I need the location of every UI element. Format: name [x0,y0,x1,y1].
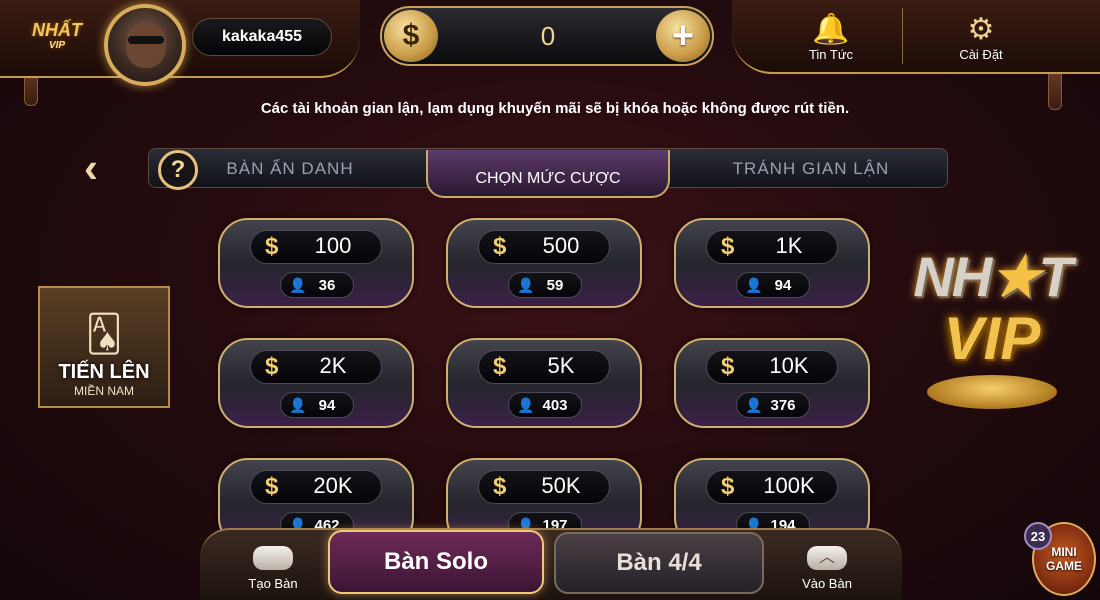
logo-line2: VIP [48,40,66,51]
logo-nh: NH [913,245,992,308]
dollar-icon: $ [493,233,507,260]
balance-value: 0 [540,20,556,51]
bet-amount-pill: $ 50K [478,470,610,504]
bet-amount: 50K [541,473,581,498]
avatar[interactable] [104,4,186,86]
player-count-pill: 👤 403 [508,392,582,418]
player-count: 59 [546,277,564,294]
player-count: 94 [318,397,336,414]
bet-amount: 100 [314,233,352,258]
bell-icon: 🔔 [812,12,850,46]
back-chevron-icon[interactable]: ‹ [84,147,116,192]
lantern-right-decoration [1048,70,1062,110]
player-count: 403 [542,397,568,414]
player-count-pill: 👤 94 [280,392,354,418]
player-count: 376 [770,397,796,414]
person-icon: 👤 [745,397,763,413]
logo-word-nhat: NH★T [913,244,1072,310]
person-icon: 👤 [517,397,535,413]
game-tile-title: TIẾN LÊN [58,361,150,383]
bet-tier-card[interactable]: $ 500 👤 59 [446,218,642,308]
bet-amount: 100K [763,473,815,498]
tab-avoid-fraud[interactable]: TRÁNH GIAN LẬN [700,148,922,190]
tab-choose-bet[interactable]: CHỌN MỨC CƯỢC [426,150,670,198]
news-button[interactable]: 🔔 Tin Tức [756,4,906,70]
bet-amount-pill: $ 100K [706,470,838,504]
bet-amount-pill: $ 1K [706,230,838,264]
bet-amount-pill: $ 2K [250,350,382,384]
news-label: Tin Tức [808,46,854,62]
player-count-pill: 👤 376 [736,392,810,418]
avatar-glasses [128,36,164,44]
nhat-vip-logo: NH★T VIP [906,244,1078,440]
header-divider [902,8,903,64]
player-count-pill: 👤 36 [280,272,354,298]
create-table-label: Tạo Bàn [248,575,298,591]
join-table-label: Vào Bàn [802,575,852,591]
gear-icon: ⚙ [967,12,995,46]
create-table-button[interactable]: Tạo Bàn [230,538,316,598]
bet-amount: 1K [775,233,803,258]
logo-small: NHẤT VIP [22,18,92,58]
dollar-icon: $ [493,473,507,500]
dollar-icon: $ [265,353,279,380]
settings-label: Cài Đặt [959,46,1003,62]
tab-anonymous-table[interactable]: BÀN ẨN DANH [210,148,370,190]
mini-game-line1: MINI [1051,545,1077,559]
bet-tier-card[interactable]: $ 10K 👤 376 [674,338,870,428]
playing-cards-icon: 🂡 [85,313,123,354]
solo-table-button[interactable]: Bàn Solo [328,530,544,594]
bet-amount: 500 [542,233,580,258]
bet-tier-card[interactable]: $ 100 👤 36 [218,218,414,308]
bet-amount-pill: $ 5K [478,350,610,384]
player-count-pill: 👤 94 [736,272,810,298]
person-icon: 👤 [745,277,763,293]
bet-amount-pill: $ 100 [250,230,382,264]
dollar-icon: $ [265,233,279,260]
logo-t: T [1038,245,1072,308]
dollar-icon: $ [721,353,735,380]
bet-tier-card[interactable]: $ 2K 👤 94 [218,338,414,428]
settings-button[interactable]: ⚙ Cài Đặt [906,4,1056,70]
person-icon: 👤 [517,277,535,293]
dollar-icon: $ [721,473,735,500]
help-button[interactable]: ? [158,150,198,190]
bet-amount: 20K [313,473,353,498]
bet-amount: 5K [547,353,575,378]
bet-amount: 2K [319,353,347,378]
person-icon: 👤 [289,397,307,413]
mini-game-line2: GAME [1046,559,1082,573]
player-count: 94 [774,277,792,294]
chevron-up-icon: ︿ [807,545,847,570]
bet-amount-pill: $ 20K [250,470,382,504]
bet-amount: 10K [769,353,809,378]
player-count-pill: 👤 59 [508,272,582,298]
bet-amount-pill: $ 500 [478,230,610,264]
avatar-face [126,22,166,68]
tien-len-game-tile[interactable]: 🂡 TIẾN LÊN MIỀN NAM [38,286,170,408]
person-icon: 👤 [289,277,307,293]
mini-game-count-badge: 23 [1024,522,1052,550]
dollar-icon: $ [493,353,507,380]
dollar-icon: $ [721,233,735,260]
logo-word-vip: VIP [943,305,1041,372]
player-count: 36 [318,277,336,294]
game-tile-subtitle: MIỀN NAM [74,384,134,398]
logo-line1: NHẤT [32,20,82,40]
bet-tier-card[interactable]: $ 5K 👤 403 [446,338,642,428]
join-table-button[interactable]: ︿ Vào Bàn [784,538,870,598]
four-player-table-button[interactable]: Bàn 4/4 [554,532,764,594]
add-funds-button[interactable]: + [656,10,710,62]
star-icon: ★ [990,245,1040,308]
username-label: kakaka455 [192,18,332,56]
bet-amount-pill: $ 10K [706,350,838,384]
gold-coin-pedestal [927,375,1057,409]
warning-notice: Các tài khoản gian lận, lạm dụng khuyến … [260,100,850,117]
dollar-coin-icon: $ [384,10,438,62]
dollar-icon: $ [265,473,279,500]
bet-tier-card[interactable]: $ 1K 👤 94 [674,218,870,308]
create-table-icon [253,545,293,570]
